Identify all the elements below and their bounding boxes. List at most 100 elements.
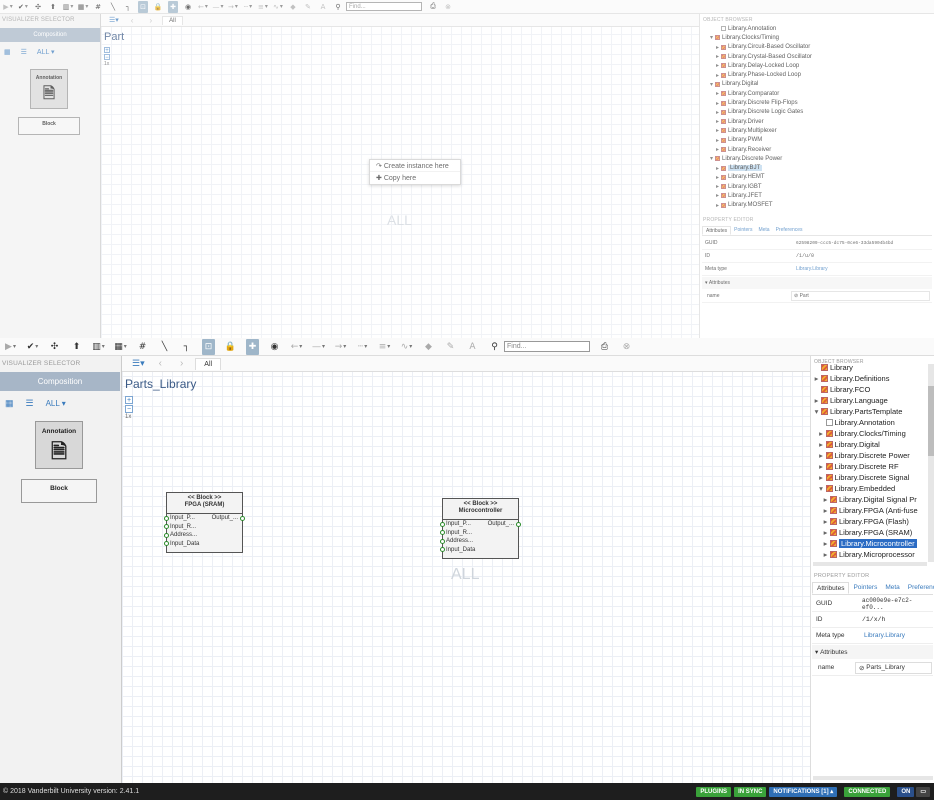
caret-right-icon[interactable]: ▸ [714,192,721,199]
tree-item[interactable]: ▸ Library.Receiver [702,145,932,154]
tree-item[interactable]: ▸ Library.Discrete RF [812,461,928,472]
caret-right-icon[interactable]: ▸ [714,72,721,79]
caret-right-icon[interactable]: ▸ [714,202,721,209]
tree-item[interactable]: ▸ Library.JFET [702,191,932,200]
caret-right-icon[interactable]: ▸ [714,127,721,134]
tree-item[interactable]: ▸ Library.Language [812,395,928,406]
scrollbar-thumb[interactable] [928,386,934,456]
arrow-right-icon[interactable]: → [228,1,238,13]
caret-down-icon[interactable]: ▾ [812,407,821,416]
fill-color-icon[interactable]: ◆ [422,339,435,355]
connection-icon[interactable]: ╲ [108,1,118,13]
elbow-connection-icon[interactable]: ┐ [123,1,133,13]
caret-down-icon[interactable]: ▾ [708,81,715,88]
input-port[interactable] [440,547,445,553]
caret-right-icon[interactable]: ▸ [817,451,826,460]
line-width-icon[interactable]: ≡ [378,339,391,355]
caret-right-icon[interactable]: ▸ [821,506,830,515]
tree-item[interactable]: ▾ Library.Digital [702,80,932,89]
caret-right-icon[interactable]: ▸ [714,100,721,107]
input-port[interactable] [440,521,445,527]
caret-right-icon[interactable]: ▸ [817,462,826,471]
tree-item[interactable]: ▾ Library.Discrete Power [702,154,932,163]
layout-icon[interactable]: ▥ [63,1,73,13]
tree-item[interactable]: ▸ Library.Clocks/Timing [812,428,928,439]
block-card[interactable]: Block [21,479,97,503]
move-icon[interactable]: ✣ [33,1,43,13]
caret-right-icon[interactable]: ▸ [714,165,721,172]
in-sync-badge[interactable]: IN SYNC [734,786,767,797]
check-circle-icon[interactable]: ✔ [18,1,28,13]
connected-badge[interactable]: CONNECTED [844,786,891,797]
caret-down-icon[interactable]: ▾ [817,484,826,493]
input-port[interactable] [164,515,169,521]
caret-right-icon[interactable]: ▸ [714,118,721,125]
caret-down-icon[interactable]: ▾ [708,155,715,162]
caret-right-icon[interactable]: ▸ [821,550,830,559]
property-editor-hscrollbar[interactable] [813,776,933,780]
tree-item[interactable]: ▸ Library.FPGA (Flash) [812,516,928,527]
annotation-card[interactable]: Annotation 🗎 [35,421,83,469]
text-color-icon[interactable]: A [318,1,328,13]
forward-icon[interactable]: › [180,358,183,369]
tree-item[interactable]: ▸ Library.Discrete Signal [812,472,928,483]
composition-tab[interactable]: Composition [0,28,100,42]
caret-right-icon[interactable]: ▸ [821,517,830,526]
tab-all[interactable]: All [195,357,222,370]
annotation-card[interactable]: Annotation 🗎 [30,69,68,109]
hash-icon[interactable]: # [136,339,149,355]
close-circle-icon[interactable]: ⊗ [620,339,633,355]
attributes-header[interactable]: ▾ Attributes [812,645,933,659]
tree-item[interactable]: ▸ Library.Discrete Power [812,450,928,461]
tree-item[interactable]: Library.Annotation [812,417,928,428]
line-style-icon[interactable]: — [213,1,223,13]
on-toggle[interactable]: ON [897,786,915,797]
input-port[interactable] [440,530,445,536]
layout-icon[interactable]: ▥ [92,339,105,355]
crosshair-icon[interactable]: ✚ [246,338,259,355]
eye-icon[interactable]: ◉ [183,1,193,13]
tree-item[interactable]: ▸ Library.IGBT [702,182,932,191]
tree-item[interactable]: ▸ Library.Circuit-Based Oscillator [702,43,932,52]
selection-icon[interactable]: ⊡ [138,0,148,13]
model-canvas[interactable]: ☰▾ ‹ › All Part + − 1x ALL ↷ Create inst… [101,14,699,338]
grid-icon[interactable]: ▦ [78,1,88,13]
block-node-fpga-sram[interactable]: << Block >> FPGA (SRAM) Input_P... Outpu… [164,492,245,553]
tree-item[interactable]: ▾ Library.PartsTemplate [812,406,928,417]
arrow-right-icon[interactable]: → [334,339,347,355]
caret-right-icon[interactable]: ▸ [714,146,721,153]
tab-attributes[interactable]: Attributes [812,582,850,594]
tree-item[interactable]: ▸ Library.Digital [812,439,928,450]
grid-view-icon[interactable]: ▦ [4,48,11,56]
tree-item[interactable]: ▸ Library.Multiplexer [702,126,932,135]
find-input[interactable]: Find... [504,341,590,352]
connection-icon[interactable]: ╲ [158,339,171,355]
lock-icon[interactable]: 🔒 [224,339,237,355]
caret-right-icon[interactable]: ▸ [821,528,830,537]
filter-dropdown[interactable]: ALL ▾ [37,48,55,56]
zoom-in-button[interactable]: + [125,396,133,404]
tree-item[interactable]: ▸ Library.FPGA (SRAM) [812,527,928,538]
list-view-icon[interactable]: ☰ [26,398,34,409]
list-view-icon[interactable]: ☰ [21,48,27,56]
back-icon[interactable]: ‹ [159,358,162,369]
tab-meta[interactable]: Meta [755,226,772,235]
input-port[interactable] [164,532,169,538]
caret-right-icon[interactable]: ▸ [714,137,721,144]
play-icon[interactable]: ▶ [3,1,13,13]
tree-item[interactable]: ▸ Library.Microcontroller [812,538,928,549]
name-input[interactable]: ⊘ Parts_Library [855,661,932,674]
meta-type-link[interactable]: Library.Library [796,266,828,272]
block-card[interactable]: Block [18,117,80,135]
tab-preferences[interactable]: Preferences [773,226,806,235]
pen-color-icon[interactable]: ✎ [303,1,313,13]
tab-pointers[interactable]: Pointers [849,582,881,594]
tree-item[interactable]: ▸ Library.Comparator [702,89,932,98]
output-port[interactable] [240,515,245,521]
caret-right-icon[interactable]: ▸ [817,429,826,438]
hash-icon[interactable]: # [93,1,103,13]
menu-list-icon[interactable]: ☰▾ [132,358,145,369]
model-canvas[interactable]: ☰▾ ‹ › All Parts_Library + − 1x ALL << B… [122,356,810,783]
caret-right-icon[interactable]: ▸ [714,62,721,69]
forward-icon[interactable]: › [149,16,152,25]
